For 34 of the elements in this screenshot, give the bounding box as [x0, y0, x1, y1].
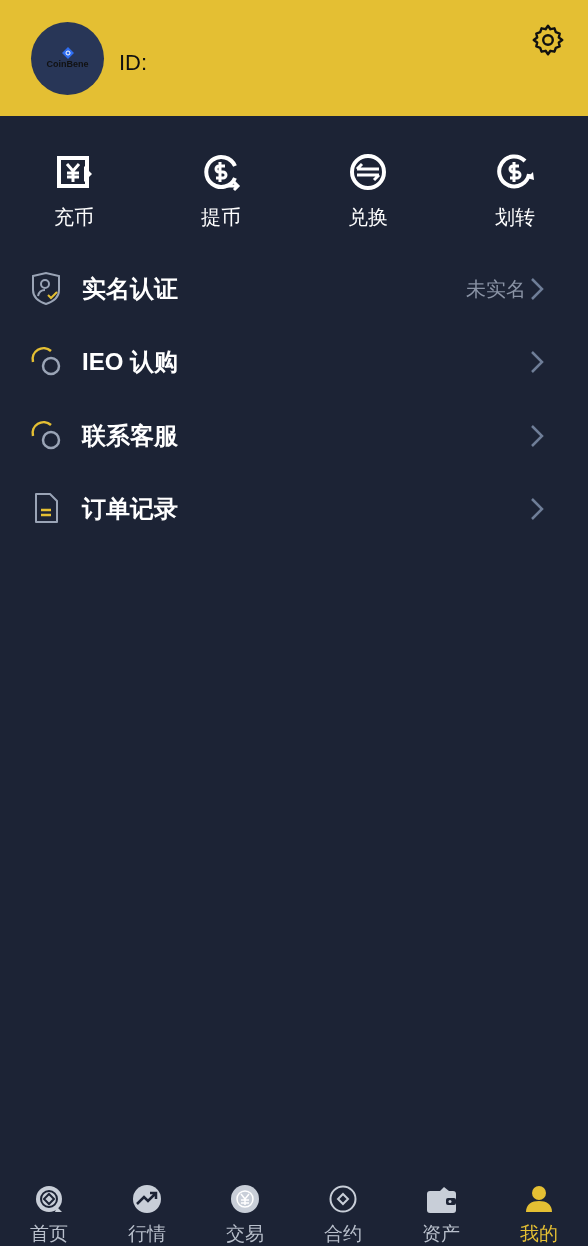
nav-tab[interactable]: 我的 — [490, 1184, 588, 1246]
action-button[interactable]: 划转 — [441, 152, 588, 232]
settings-icon[interactable] — [530, 22, 566, 58]
nav-tab[interactable]: 交易 — [196, 1184, 294, 1246]
menu-item[interactable]: IEO 认购 — [0, 325, 588, 399]
nav-tab[interactable]: 合约 — [294, 1184, 392, 1246]
nav-tab[interactable]: 行情 — [98, 1184, 196, 1246]
nav-tab[interactable]: 资产 — [392, 1184, 490, 1246]
trend-chart-icon — [132, 1184, 162, 1214]
menu-label: 订单记录 — [82, 494, 179, 525]
menu-item[interactable]: 订单记录 — [0, 472, 588, 546]
chevron-icon — [530, 276, 544, 301]
diamond-circle-icon — [328, 1184, 358, 1214]
chevron-icon — [530, 350, 544, 375]
target-icon — [34, 1184, 64, 1214]
action-button[interactable]: 充币 — [0, 152, 147, 232]
wallet-icon — [426, 1184, 456, 1214]
exchange-icon — [347, 152, 388, 192]
logo-text: CoinBene — [46, 59, 89, 70]
yen-exchange-icon — [230, 1184, 260, 1214]
user-icon — [524, 1184, 554, 1214]
menu-label: 联系客服 — [82, 420, 179, 451]
menu-label: IEO 认购 — [82, 347, 179, 378]
chevron-icon — [530, 497, 544, 522]
menu-item[interactable]: 实名认证 未实名 — [0, 252, 588, 326]
action-button[interactable]: 提币 — [147, 152, 294, 232]
menu-item[interactable]: 联系客服 — [0, 399, 588, 473]
chevron-icon — [530, 423, 544, 448]
action-button[interactable]: 兑换 — [294, 152, 441, 232]
logo-icon — [61, 47, 74, 59]
menu-label: 实名认证 — [82, 273, 179, 304]
status-text: 未实名 — [466, 276, 526, 302]
user-id-label: ID: — [119, 49, 148, 77]
nav-tab[interactable]: 首页 — [0, 1184, 98, 1246]
